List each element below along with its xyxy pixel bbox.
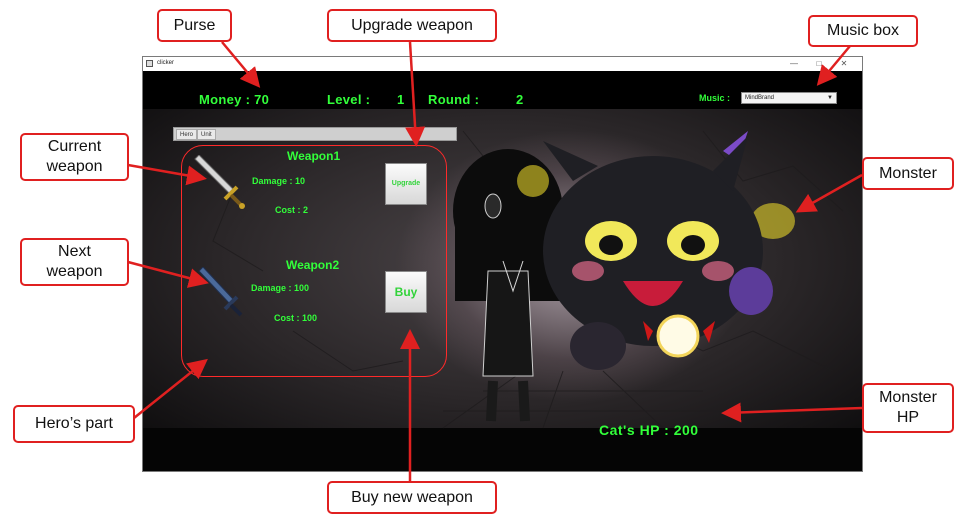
app-window: clicker — □ ✕ Money : 70 Level : 1 Round… — [142, 56, 863, 472]
next-weapon-damage: Damage : 100 — [251, 283, 310, 293]
callout-music-box: Music box — [808, 15, 918, 47]
monster-hp: Cat's HP : 200 — [599, 422, 699, 438]
buy-button[interactable]: Buy — [385, 271, 427, 313]
callout-buy-new-weapon: Buy new weapon — [327, 481, 497, 514]
current-weapon-cost: Cost : 2 — [275, 205, 309, 215]
callout-upgrade-weapon: Upgrade weapon — [327, 9, 497, 42]
callout-heros-part: Hero’s part — [13, 405, 135, 443]
callout-monster: Monster — [862, 157, 954, 190]
upgrade-button[interactable]: Upgrade — [385, 163, 427, 205]
level-label: Level : — [327, 92, 371, 107]
level-value: 1 — [397, 92, 405, 107]
cat-monster[interactable] — [503, 131, 803, 391]
window-title: clicker — [157, 60, 175, 66]
minimize-button[interactable]: — — [784, 58, 804, 70]
next-weapon-cost: Cost : 100 — [274, 313, 318, 323]
close-button[interactable]: ✕ — [834, 58, 854, 70]
dark-sword-icon — [198, 267, 243, 317]
callout-next-weapon: Next weapon — [20, 238, 129, 286]
tab-hero[interactable]: Hero — [176, 129, 198, 140]
music-select[interactable]: MindBrand ▼ — [741, 92, 837, 104]
callout-current-weapon: Current weapon — [20, 133, 129, 181]
tab-strip: Hero Unit — [173, 127, 457, 141]
chevron-down-icon: ▼ — [827, 95, 833, 101]
game-canvas[interactable]: Money : 70 Level : 1 Round : 2 Music : M… — [143, 71, 862, 471]
app-icon — [146, 60, 153, 67]
callout-monster-hp: Monster HP — [862, 383, 954, 433]
current-weapon-damage: Damage : 10 — [252, 176, 306, 186]
callout-purse: Purse — [157, 9, 232, 42]
round-label: Round : — [428, 92, 480, 107]
music-label: Music : — [699, 93, 731, 103]
next-weapon-name: Weapon2 — [286, 258, 340, 272]
round-value: 2 — [516, 92, 524, 107]
music-selected-value: MindBrand — [745, 95, 775, 101]
title-bar: clicker — □ ✕ — [143, 57, 862, 71]
tab-unit[interactable]: Unit — [197, 129, 216, 140]
sword-icon — [194, 155, 245, 209]
maximize-button[interactable]: □ — [809, 58, 829, 70]
money-display: Money : 70 — [199, 92, 270, 107]
current-weapon-name: Weapon1 — [287, 149, 341, 163]
